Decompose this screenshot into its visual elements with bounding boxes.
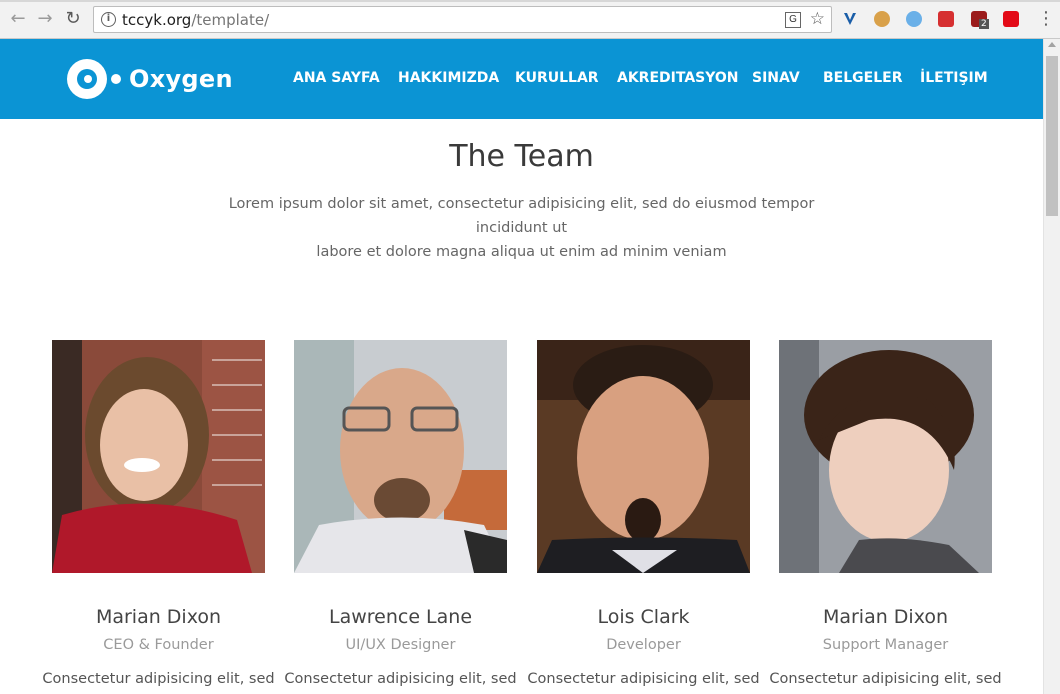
url-host: tccyk.org [122, 11, 192, 29]
forward-arrow-icon[interactable]: → [35, 9, 55, 29]
nav-item-akreditasyon[interactable]: AKREDITASYON [617, 70, 739, 86]
team-member-desc: Consectetur adipisicing elit, sed [284, 671, 517, 687]
reload-icon[interactable]: ↻ [63, 9, 83, 29]
url-text[interactable]: tccyk.org/template/ [122, 11, 269, 29]
team-member-name: Lois Clark [597, 606, 690, 628]
team-member-name: Marian Dixon [95, 606, 222, 628]
team-card: Marian Dixon CEO & Founder Consectetur a… [42, 340, 275, 687]
translate-icon[interactable]: G [785, 12, 801, 28]
extension-v-icon[interactable] [842, 11, 858, 27]
page-scrollbar[interactable] [1043, 39, 1060, 694]
team-member-desc: Consectetur adipisicing elit, sed [527, 671, 760, 687]
team-member-desc: Consectetur adipisicing elit, sed [769, 671, 1002, 687]
browser-menu-icon[interactable]: ⋮ [1037, 8, 1055, 30]
extension-cookie-icon[interactable] [874, 11, 890, 27]
brand-name: Oxygen [129, 65, 233, 93]
tab-strip [0, 0, 1060, 2]
team-member-role: UI/UX Designer [345, 637, 456, 653]
site-logo[interactable]: Oxygen [67, 58, 233, 100]
nav-item-ana-sayfa[interactable]: ANA SAYFA [293, 70, 380, 86]
info-icon[interactable]: i [101, 12, 116, 27]
nav-item-iletisim[interactable]: İLETIŞIM [920, 70, 988, 86]
extension-turkey-flag-icon[interactable] [1003, 11, 1019, 27]
nav-item-belgeler[interactable]: BELGELER [823, 70, 902, 86]
nav-item-kurullar[interactable]: KURULLAR [515, 70, 599, 86]
scrollbar-thumb[interactable] [1046, 56, 1058, 216]
back-arrow-icon[interactable]: ← [8, 9, 28, 29]
team-member-photo [294, 340, 507, 573]
extension-badge: 2 [979, 19, 989, 29]
address-bar[interactable]: i tccyk.org/template/ G ☆ [93, 6, 832, 33]
extension-ublock-icon[interactable]: 2 [971, 11, 989, 29]
nav-item-sinav[interactable]: SINAV [752, 70, 800, 86]
section-intro: Lorem ipsum dolor sit amet, consectetur … [200, 192, 843, 264]
team-member-name: Marian Dixon [822, 606, 949, 628]
team-member-photo [537, 340, 750, 573]
intro-line-2: labore et dolore magna aliqua ut enim ad… [316, 244, 727, 260]
scroll-up-arrow-icon[interactable] [1048, 42, 1056, 47]
team-member-name: Lawrence Lane [328, 606, 473, 628]
nav-item-hakkimizda[interactable]: HAKKIMIZDA [398, 70, 499, 86]
team-member-photo [52, 340, 265, 573]
intro-line-1: Lorem ipsum dolor sit amet, consectetur … [228, 196, 815, 236]
extension-lastpass-icon[interactable] [938, 11, 954, 27]
team-member-role: Developer [606, 637, 681, 653]
team-card: Lois Clark Developer Consectetur adipisi… [527, 340, 760, 687]
team-card: Marian Dixon Support Manager Consectetur… [769, 340, 1002, 687]
browser-toolbar: ← → ↻ i tccyk.org/template/ G ☆ 2 ⋮ [0, 0, 1060, 39]
team-member-desc: Consectetur adipisicing elit, sed [42, 671, 275, 687]
oxygen-logo-icon [67, 58, 121, 100]
team-member-role: CEO & Founder [103, 637, 214, 653]
section-title: The Team [449, 139, 594, 174]
team-card: Lawrence Lane UI/UX Designer Consectetur… [284, 340, 517, 687]
bookmark-star-icon[interactable]: ☆ [810, 9, 825, 29]
team-member-role: Support Manager [822, 637, 949, 653]
url-path: /template/ [191, 11, 270, 29]
site-header: Oxygen ANA SAYFA HAKKIMIZDA KURULLAR AKR… [0, 39, 1043, 119]
extension-snowflake-icon[interactable] [906, 11, 922, 27]
team-member-photo [779, 340, 992, 573]
